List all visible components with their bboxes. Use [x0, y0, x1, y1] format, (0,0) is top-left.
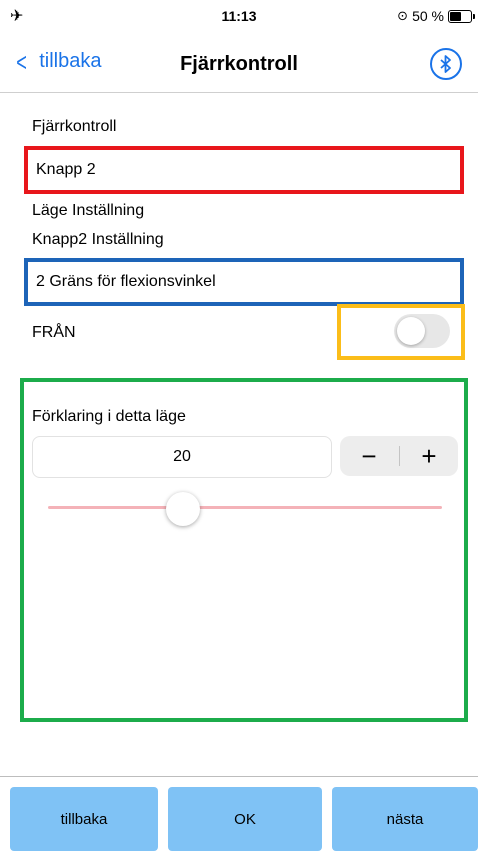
explanation-label: Förklaring i detta läge — [32, 408, 186, 425]
explanation-highlight — [20, 378, 468, 722]
toolbar-next-button[interactable]: nästa — [332, 787, 478, 851]
toolbar-back-button[interactable]: tillbaka — [10, 787, 158, 851]
bottom-toolbar: tillbaka OK nästa — [0, 776, 478, 862]
value-stepper: − + — [340, 436, 458, 476]
setting-value[interactable]: 2 Gräns för flexionsvinkel — [36, 262, 216, 302]
value-display[interactable]: 20 — [32, 436, 332, 478]
battery-percent: 50 % — [412, 8, 444, 24]
button-setting-label: Knapp2 Inställning — [32, 231, 164, 248]
remote-value[interactable]: Knapp 2 — [36, 150, 96, 190]
page-title: Fjärrkontroll — [180, 53, 298, 75]
increment-button[interactable]: + — [400, 436, 458, 476]
toolbar-ok-button[interactable]: OK — [168, 787, 322, 851]
value-text: 20 — [173, 448, 191, 465]
mode-setting-label: Läge Inställning — [32, 202, 145, 219]
battery-status: ⊙ 50 % — [397, 8, 475, 24]
status-bar: ✈ 11:13 ⊙ 50 % — [0, 0, 478, 36]
screen-lock-icon: ⊙ — [397, 8, 409, 23]
bluetooth-icon[interactable] — [430, 48, 462, 80]
on-off-toggle[interactable] — [394, 314, 450, 348]
remote-label: Fjärrkontroll — [32, 118, 117, 135]
toggle-knob — [397, 317, 425, 345]
decrement-button[interactable]: − — [340, 436, 398, 476]
value-slider-thumb[interactable] — [166, 492, 200, 526]
navigation-bar: < tillbaka Fjärrkontroll — [0, 36, 478, 93]
value-slider-track[interactable] — [48, 506, 442, 509]
battery-icon — [448, 9, 475, 23]
toggle-label: FRÅN — [32, 324, 76, 341]
